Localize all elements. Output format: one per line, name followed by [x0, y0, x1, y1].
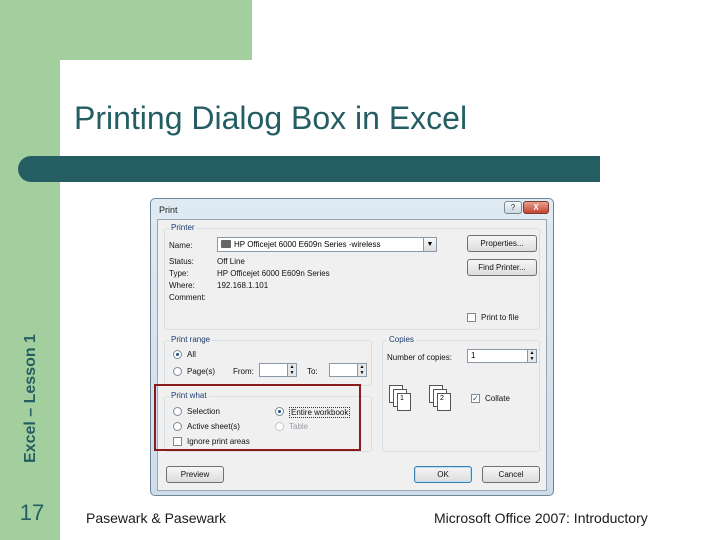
help-button[interactable]: ?: [504, 201, 522, 214]
where-value: 192.168.1.101: [217, 281, 269, 290]
cancel-button[interactable]: Cancel: [482, 466, 540, 483]
slide-title: Printing Dialog Box in Excel: [74, 100, 468, 136]
footer-authors: Pasewark & Pasewark: [86, 510, 227, 526]
print-dialog: Print ? X Printer Name: HP Officejet 600…: [150, 198, 554, 496]
print-range-group-label: Print range: [169, 335, 213, 344]
page-icon: 2: [437, 393, 451, 411]
number-of-copies-value: 1: [471, 351, 476, 360]
printer-icon: [221, 240, 231, 248]
page-icon: 1: [397, 393, 411, 411]
window-controls: ? X: [504, 201, 549, 214]
pages-radio[interactable]: [173, 367, 182, 376]
footer-course: Microsoft Office 2007: Introductory: [434, 510, 648, 526]
top-green-band: [60, 0, 252, 60]
print-range-group: Print range All Page(s) From: ▲ ▼ To: ▲ ▼: [164, 335, 372, 386]
from-spinner[interactable]: ▲ ▼: [259, 363, 297, 377]
page-number-label: 1: [400, 395, 404, 402]
dialog-title: Print: [159, 205, 178, 215]
slide-number: 17: [19, 500, 45, 525]
spinner-arrows-icon[interactable]: ▲ ▼: [287, 364, 296, 376]
ok-button[interactable]: OK: [414, 466, 472, 483]
pages-label: Page(s): [187, 367, 216, 376]
printer-group-label: Printer: [169, 223, 197, 232]
title-underline-bar: [18, 156, 600, 182]
number-of-copies-label: Number of copies:: [387, 353, 452, 362]
status-label: Status:: [169, 257, 194, 266]
where-label: Where:: [169, 281, 195, 290]
number-of-copies-spinner[interactable]: 1 ▲ ▼: [467, 349, 537, 363]
to-spinner[interactable]: ▲ ▼: [329, 363, 367, 377]
print-what-highlight-box: [154, 384, 361, 451]
copies-group-label: Copies: [387, 335, 416, 344]
page-number-label: 2: [440, 395, 444, 402]
print-to-file-label: Print to file: [481, 313, 519, 322]
chevron-down-icon[interactable]: ▼: [423, 238, 436, 251]
type-label: Type:: [169, 269, 189, 278]
all-label: All: [187, 350, 196, 359]
from-label: From:: [233, 367, 254, 376]
close-button[interactable]: X: [523, 201, 549, 214]
content-background-top: [100, 60, 720, 100]
to-label: To:: [307, 367, 318, 376]
type-value: HP Officejet 6000 E609n Series: [217, 269, 330, 278]
spinner-arrows-icon[interactable]: ▲ ▼: [357, 364, 366, 376]
printer-name-select[interactable]: HP Officejet 6000 E609n Series -wireless…: [217, 237, 437, 252]
collate-checkbox[interactable]: ✓: [471, 394, 480, 403]
status-value: Off Line: [217, 257, 245, 266]
all-radio[interactable]: [173, 350, 182, 359]
copies-group: Copies Number of copies: 1 ▲ ▼ 1 2 ✓ Coll…: [382, 335, 540, 452]
printer-name-value: HP Officejet 6000 E609n Series -wireless: [234, 240, 381, 249]
printer-group: Printer Name: HP Officejet 6000 E609n Se…: [164, 223, 540, 330]
spinner-arrows-icon[interactable]: ▲ ▼: [527, 350, 536, 362]
find-printer-button[interactable]: Find Printer...: [467, 259, 537, 276]
collate-pages-icon: 2: [429, 385, 459, 415]
lesson-label: Excel – Lesson 1: [22, 334, 39, 463]
print-to-file-checkbox[interactable]: [467, 313, 476, 322]
preview-button[interactable]: Preview: [166, 466, 224, 483]
collate-label: Collate: [485, 394, 510, 403]
collate-pages-icon: 1: [389, 385, 419, 415]
printer-name-label: Name:: [169, 241, 193, 250]
content-corner: [60, 60, 100, 100]
properties-button[interactable]: Properties...: [467, 235, 537, 252]
comment-label: Comment:: [169, 293, 206, 302]
